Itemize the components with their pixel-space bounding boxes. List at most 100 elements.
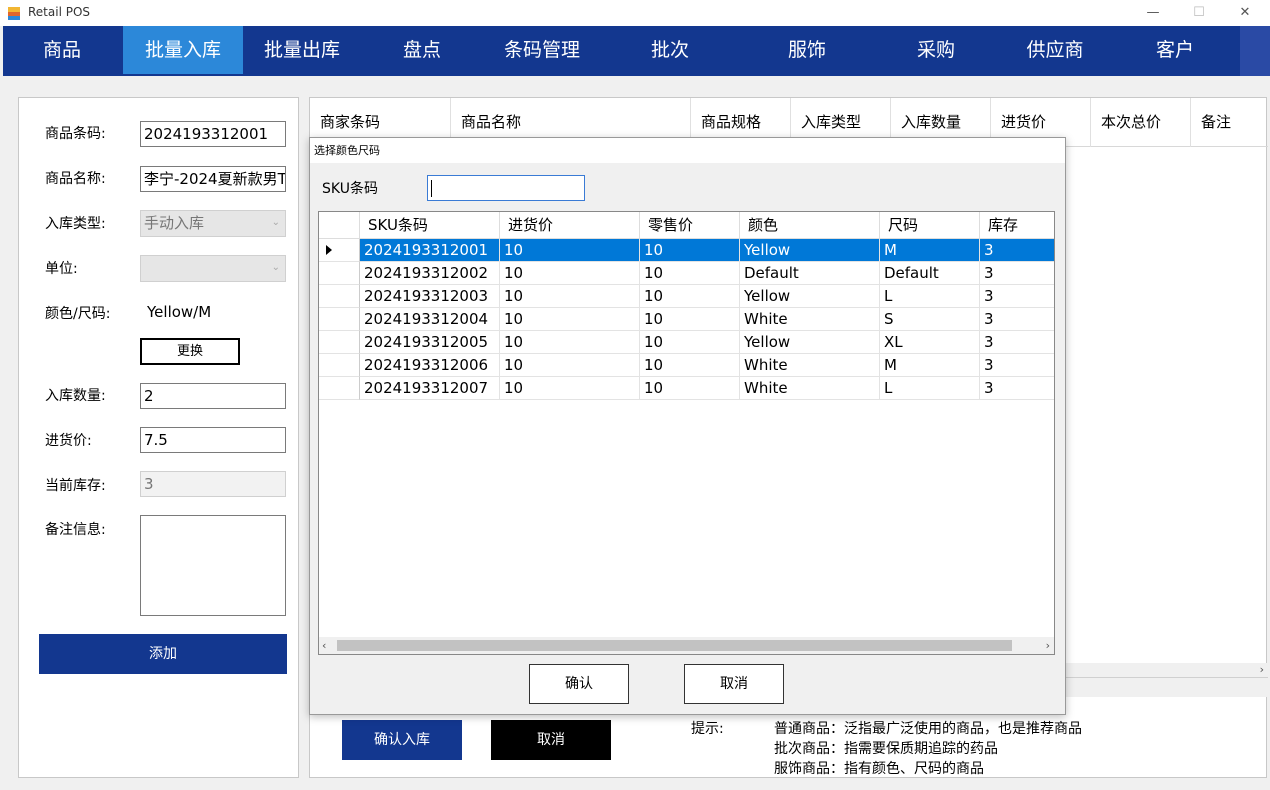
cell-color[interactable]: Default	[740, 262, 880, 285]
cell-sku[interactable]: 2024193312007	[360, 377, 500, 400]
barcode-input[interactable]: 2024193312001	[140, 121, 286, 147]
qty-input[interactable]: 2	[140, 383, 286, 409]
dialog-cancel-button[interactable]: 取消	[684, 664, 784, 704]
nav-item-inventory[interactable]: 盘点	[363, 26, 481, 74]
table-row[interactable]: 2024193312005 10 10 Yellow XL 3	[319, 331, 1054, 354]
table-hscrollbar[interactable]: ‹ ›	[319, 637, 1054, 654]
cell-color[interactable]: Yellow	[740, 239, 880, 262]
cell-cost[interactable]: 10	[500, 308, 640, 331]
qty-label: 入库数量:	[45, 388, 106, 404]
col-size[interactable]: 尺码	[880, 212, 980, 239]
nav-item-batch-out[interactable]: 批量出库	[243, 26, 361, 74]
cell-stock[interactable]: 3	[980, 262, 1054, 285]
grid-hscrollbar[interactable]: ›	[1066, 663, 1268, 677]
cell-retail[interactable]: 10	[640, 377, 740, 400]
nav-item-supplier[interactable]: 供应商	[996, 26, 1114, 74]
cell-cost[interactable]: 10	[500, 285, 640, 308]
nav-item-purchase[interactable]: 采购	[877, 26, 995, 74]
table-row[interactable]: 2024193312006 10 10 White M 3	[319, 354, 1054, 377]
cell-stock[interactable]: 3	[980, 377, 1054, 400]
confirm-inbound-button[interactable]: 确认入库	[342, 720, 462, 760]
type-select[interactable]: 手动入库 ⌄	[140, 210, 286, 237]
type-select-value: 手动入库	[144, 214, 205, 232]
cell-sku[interactable]: 2024193312001	[360, 239, 500, 262]
cell-stock[interactable]: 3	[980, 239, 1054, 262]
cell-color[interactable]: White	[740, 377, 880, 400]
row-header[interactable]	[319, 308, 360, 331]
close-icon[interactable]: ✕	[1222, 2, 1268, 24]
row-header[interactable]	[319, 285, 360, 308]
row-header[interactable]	[319, 377, 360, 400]
col-stock[interactable]: 库存	[980, 212, 1054, 239]
table-row[interactable]: 2024193312007 10 10 White L 3	[319, 377, 1054, 400]
cell-stock[interactable]: 3	[980, 308, 1054, 331]
col-sku[interactable]: SKU条码	[360, 212, 500, 239]
maximize-icon[interactable]: ☐	[1176, 2, 1222, 24]
price-input[interactable]: 7.5	[140, 427, 286, 453]
cell-color[interactable]: White	[740, 308, 880, 331]
cell-size[interactable]: L	[880, 377, 980, 400]
table-row[interactable]: 2024193312003 10 10 Yellow L 3	[319, 285, 1054, 308]
nav-item-customer[interactable]: 客户	[1116, 26, 1234, 74]
add-button[interactable]: 添加	[39, 634, 287, 674]
row-header[interactable]	[319, 239, 360, 262]
cell-cost[interactable]: 10	[500, 331, 640, 354]
sku-search-input[interactable]	[427, 175, 585, 201]
cell-stock[interactable]: 3	[980, 285, 1054, 308]
chevron-right-icon[interactable]: ›	[1260, 663, 1264, 676]
col-total[interactable]: 本次总价	[1091, 98, 1191, 147]
memo-textarea[interactable]	[140, 515, 286, 616]
chevron-left-icon[interactable]: ‹	[322, 637, 326, 654]
cell-color[interactable]: Yellow	[740, 331, 880, 354]
scroll-thumb[interactable]	[337, 640, 1012, 651]
chevron-right-icon[interactable]: ›	[1046, 637, 1050, 654]
cell-sku[interactable]: 2024193312005	[360, 331, 500, 354]
col-cost[interactable]: 进货价	[500, 212, 640, 239]
table-row[interactable]: 2024193312002 10 10 Default Default 3	[319, 262, 1054, 285]
cell-cost[interactable]: 10	[500, 262, 640, 285]
row-header[interactable]	[319, 331, 360, 354]
cell-sku[interactable]: 2024193312002	[360, 262, 500, 285]
barcode-label: 商品条码:	[45, 126, 106, 142]
cell-sku[interactable]: 2024193312004	[360, 308, 500, 331]
col-retail[interactable]: 零售价	[640, 212, 740, 239]
cell-retail[interactable]: 10	[640, 308, 740, 331]
table-row[interactable]: 2024193312001 10 10 Yellow M 3	[319, 239, 1054, 262]
table-row[interactable]: 2024193312004 10 10 White S 3	[319, 308, 1054, 331]
row-header[interactable]	[319, 354, 360, 377]
cancel-button[interactable]: 取消	[491, 720, 611, 760]
cell-retail[interactable]: 10	[640, 331, 740, 354]
cell-retail[interactable]: 10	[640, 262, 740, 285]
cell-stock[interactable]: 3	[980, 354, 1054, 377]
cell-size[interactable]: M	[880, 239, 980, 262]
cell-stock[interactable]: 3	[980, 331, 1054, 354]
cell-color[interactable]: White	[740, 354, 880, 377]
cell-color[interactable]: Yellow	[740, 285, 880, 308]
minimize-icon[interactable]: —	[1130, 2, 1176, 24]
cell-retail[interactable]: 10	[640, 285, 740, 308]
cell-cost[interactable]: 10	[500, 239, 640, 262]
cell-sku[interactable]: 2024193312006	[360, 354, 500, 377]
cell-size[interactable]: L	[880, 285, 980, 308]
cell-cost[interactable]: 10	[500, 354, 640, 377]
cell-retail[interactable]: 10	[640, 239, 740, 262]
cell-sku[interactable]: 2024193312003	[360, 285, 500, 308]
cell-size[interactable]: S	[880, 308, 980, 331]
name-input[interactable]: 李宁-2024夏新款男T	[140, 166, 286, 192]
row-header[interactable]	[319, 262, 360, 285]
unit-select[interactable]: ⌄	[140, 255, 286, 282]
change-button[interactable]: 更换	[140, 338, 240, 365]
nav-item-batch-in[interactable]: 批量入库	[123, 26, 243, 74]
nav-item-products[interactable]: 商品	[3, 26, 121, 74]
cell-size[interactable]: Default	[880, 262, 980, 285]
cell-retail[interactable]: 10	[640, 354, 740, 377]
cell-size[interactable]: XL	[880, 331, 980, 354]
col-color[interactable]: 颜色	[740, 212, 880, 239]
nav-item-apparel[interactable]: 服饰	[748, 26, 866, 74]
col-remark[interactable]: 备注	[1191, 98, 1268, 147]
nav-item-batch[interactable]: 批次	[611, 26, 729, 74]
cell-cost[interactable]: 10	[500, 377, 640, 400]
dialog-confirm-button[interactable]: 确认	[529, 664, 629, 704]
cell-size[interactable]: M	[880, 354, 980, 377]
nav-item-barcode[interactable]: 条码管理	[483, 26, 601, 74]
